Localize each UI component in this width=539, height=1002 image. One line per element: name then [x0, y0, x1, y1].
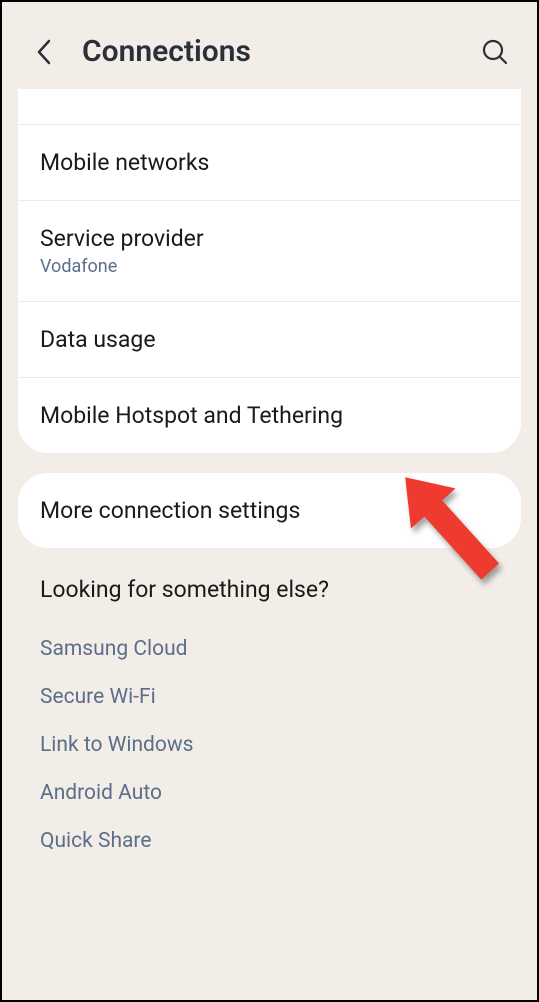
row-data-usage[interactable]: Data usage	[18, 302, 521, 378]
chevron-left-icon	[35, 38, 53, 66]
page-title: Connections	[82, 34, 479, 69]
row-title: Mobile Hotspot and Tethering	[40, 402, 499, 429]
connections-list-card: Mobile networks Service provider Vodafon…	[18, 89, 521, 453]
search-button[interactable]	[479, 36, 511, 68]
header: Connections	[2, 2, 537, 89]
row-title: Service provider	[40, 225, 499, 252]
list-cutoff	[18, 89, 521, 125]
spacer	[2, 453, 537, 473]
back-button[interactable]	[28, 36, 60, 68]
link-quick-share[interactable]: Quick Share	[40, 817, 499, 865]
row-mobile-hotspot-tethering[interactable]: Mobile Hotspot and Tethering	[18, 378, 521, 453]
link-samsung-cloud[interactable]: Samsung Cloud	[40, 625, 499, 673]
row-more-connection-settings[interactable]: More connection settings	[18, 473, 521, 548]
row-title: Data usage	[40, 326, 499, 353]
row-mobile-networks[interactable]: Mobile networks	[18, 125, 521, 201]
link-secure-wifi[interactable]: Secure Wi-Fi	[40, 673, 499, 721]
row-subtitle: Vodafone	[40, 256, 499, 277]
row-title: More connection settings	[40, 497, 499, 524]
row-service-provider[interactable]: Service provider Vodafone	[18, 201, 521, 302]
row-title: Mobile networks	[40, 149, 499, 176]
link-android-auto[interactable]: Android Auto	[40, 769, 499, 817]
suggestions-heading: Looking for something else?	[40, 576, 499, 603]
suggestions-section: Looking for something else? Samsung Clou…	[18, 548, 521, 875]
link-link-to-windows[interactable]: Link to Windows	[40, 721, 499, 769]
more-settings-card: More connection settings	[18, 473, 521, 548]
search-icon	[481, 38, 509, 66]
